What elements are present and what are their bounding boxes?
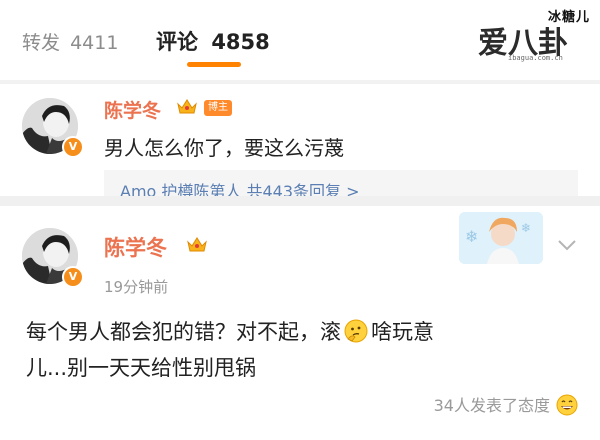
svg-text:❄: ❄	[465, 227, 478, 246]
comment-username[interactable]: 陈学冬	[104, 96, 161, 123]
chevron-down-icon[interactable]	[557, 238, 577, 252]
reaction-summary[interactable]: 34人发表了态度	[434, 392, 578, 416]
comment-text-part1: 每个男人都会犯的错？对不起，滚	[26, 320, 341, 344]
comment-username[interactable]: 陈学冬	[104, 232, 167, 262]
tab-comment[interactable]: 评论 4858	[156, 26, 270, 56]
tab-repost-count: 4411	[70, 32, 119, 54]
blogger-badge: 博主	[204, 100, 232, 116]
decorative-sticker: ❄ ❄	[459, 212, 543, 264]
crown-icon	[177, 99, 197, 114]
comment-text: 男人怎么你了，要这么污蔑	[104, 136, 344, 160]
tab-repost[interactable]: 转发 4411	[22, 28, 118, 55]
active-tab-indicator	[187, 62, 241, 67]
sticker-image: ❄ ❄	[459, 212, 543, 264]
grinning-face-emoji	[556, 394, 578, 416]
reply-preview-text: Amo 护樽陈第人 共443条回复 >	[120, 182, 360, 196]
tab-comment-label: 评论	[156, 30, 198, 54]
comment-timestamp: 19分钟前	[104, 278, 169, 296]
tab-repost-label: 转发	[22, 32, 61, 54]
crown-icon	[187, 237, 207, 252]
comment-text-line2: 儿...别一天天给性别甩锅	[26, 356, 257, 380]
divider	[0, 196, 600, 206]
comment-tabs-header: 转发 4411 评论 4858 冰糖儿 爱八卦 ibagua.com.cn	[0, 0, 600, 80]
watermark-url: ibagua.com.cn	[508, 54, 563, 62]
site-watermark: 冰糖儿 爱八卦 ibagua.com.cn	[472, 6, 594, 72]
verified-v-icon: V	[62, 136, 84, 158]
tab-comment-count: 4858	[211, 30, 270, 54]
reaction-count-text: 34人发表了态度	[433, 396, 550, 415]
thinking-face-emoji	[344, 319, 368, 343]
svg-text:❄: ❄	[521, 221, 531, 235]
comment-text-part2: 啥玩意	[371, 320, 434, 344]
comment-text: 每个男人都会犯的错？对不起，滚 啥玩意 儿...别一天天给性别甩锅	[26, 314, 586, 386]
verified-v-icon: V	[62, 266, 84, 288]
comment-card: V 陈学冬 19分钟前 ❄ ❄ 每个男人都会犯的错？对不起，滚 啥玩意 儿...…	[0, 206, 600, 440]
reply-preview[interactable]: Amo 护樽陈第人 共443条回复 >	[104, 170, 578, 196]
comment-card: V 陈学冬 博主 男人怎么你了，要这么污蔑 Amo 护樽陈第人 共443条回复 …	[0, 84, 600, 196]
